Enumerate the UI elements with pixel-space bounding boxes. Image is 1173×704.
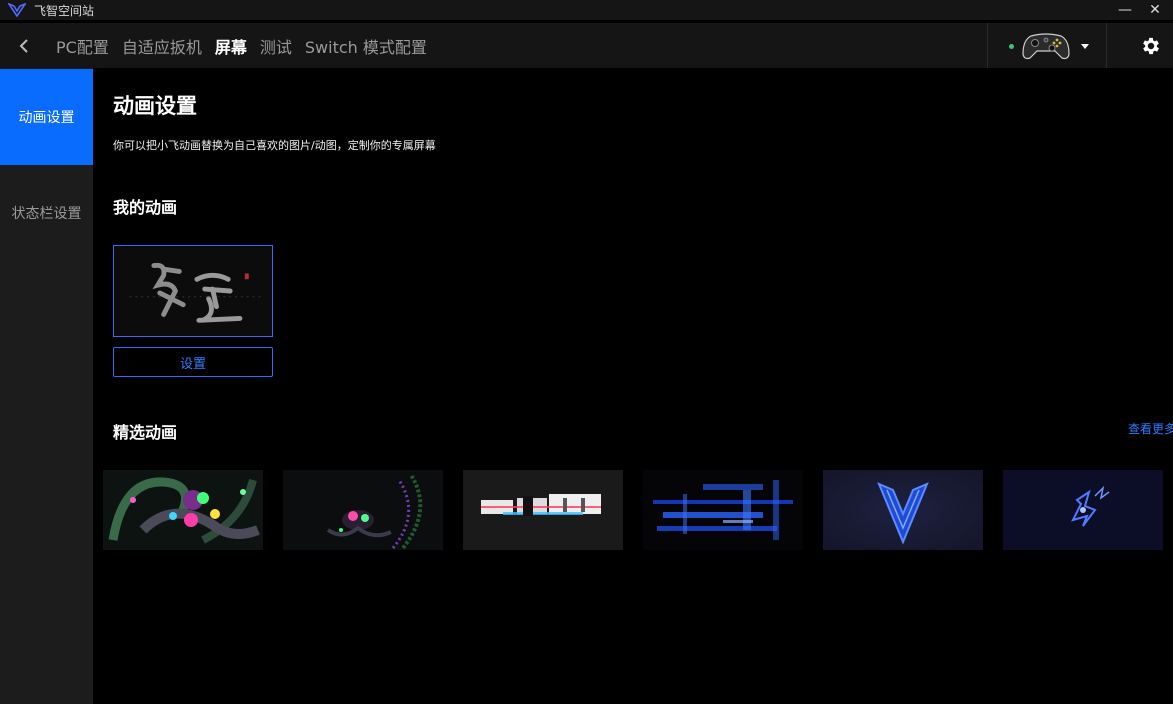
gear-icon[interactable]: [1140, 35, 1162, 57]
page-description: 你可以把小飞动画替换为自己喜欢的图片/动图，定制你的专属屏幕: [113, 139, 436, 152]
close-button[interactable]: ✕: [1140, 0, 1170, 20]
gamepad-icon: [1022, 33, 1070, 60]
nav-tabs: PC配置 自适应扳机 屏幕 测试 Switch 模式配置: [56, 23, 440, 69]
tab-adaptive-trigger[interactable]: 自适应扳机: [122, 34, 202, 58]
featured-animation-heading: 精选动画: [113, 423, 178, 442]
view-more-link[interactable]: 查看更多: [1128, 420, 1173, 437]
blue-lightning-thumbnail: [1003, 470, 1163, 550]
tab-pc-config[interactable]: PC配置: [56, 34, 109, 58]
back-arrow-icon[interactable]: [12, 34, 36, 58]
sidebar-item-statusbar-settings[interactable]: 状态栏设置: [0, 165, 93, 261]
tab-test[interactable]: 测试: [260, 34, 292, 58]
device-selector[interactable]: [987, 23, 1107, 69]
featured-animation-item[interactable]: [643, 470, 803, 550]
calligraphy-image: [114, 246, 272, 336]
sidebar: 动画设置 状态栏设置: [0, 68, 93, 704]
my-animation-heading: 我的动画: [113, 198, 178, 217]
featured-animation-item[interactable]: [103, 470, 263, 550]
blue-pixel-thumbnail: [643, 470, 803, 550]
featured-animation-item[interactable]: [463, 470, 623, 550]
app-logo-icon: [8, 3, 26, 17]
chevron-down-icon: [1081, 44, 1089, 49]
featured-animation-item[interactable]: [823, 470, 983, 550]
glitch-text-thumbnail: [463, 470, 623, 550]
featured-animation-item[interactable]: [283, 470, 443, 550]
set-animation-button[interactable]: 设置: [113, 347, 273, 377]
minimize-button[interactable]: —: [1110, 0, 1140, 20]
page-title: 动画设置: [113, 94, 197, 118]
sidebar-item-animation-settings[interactable]: 动画设置: [0, 69, 93, 165]
blue-logo-thumbnail: [823, 470, 983, 550]
main-content: 动画设置 你可以把小飞动画替换为自己喜欢的图片/动图，定制你的专属屏幕 我的动画…: [93, 68, 1173, 704]
featured-animation-item[interactable]: [1003, 470, 1163, 550]
my-animation-preview[interactable]: [113, 245, 273, 337]
dark-creature-thumbnail: [283, 470, 443, 550]
neon-creature-thumbnail: [103, 470, 263, 550]
connection-status-dot: [1009, 44, 1014, 49]
tab-screen[interactable]: 屏幕: [215, 34, 247, 58]
tab-switch-mode-config[interactable]: Switch 模式配置: [305, 34, 427, 58]
app-title: 飞智空间站: [34, 3, 95, 18]
title-bar: 飞智空间站 — ✕: [0, 0, 1173, 20]
top-nav: PC配置 自适应扳机 屏幕 测试 Switch 模式配置: [0, 22, 1173, 69]
